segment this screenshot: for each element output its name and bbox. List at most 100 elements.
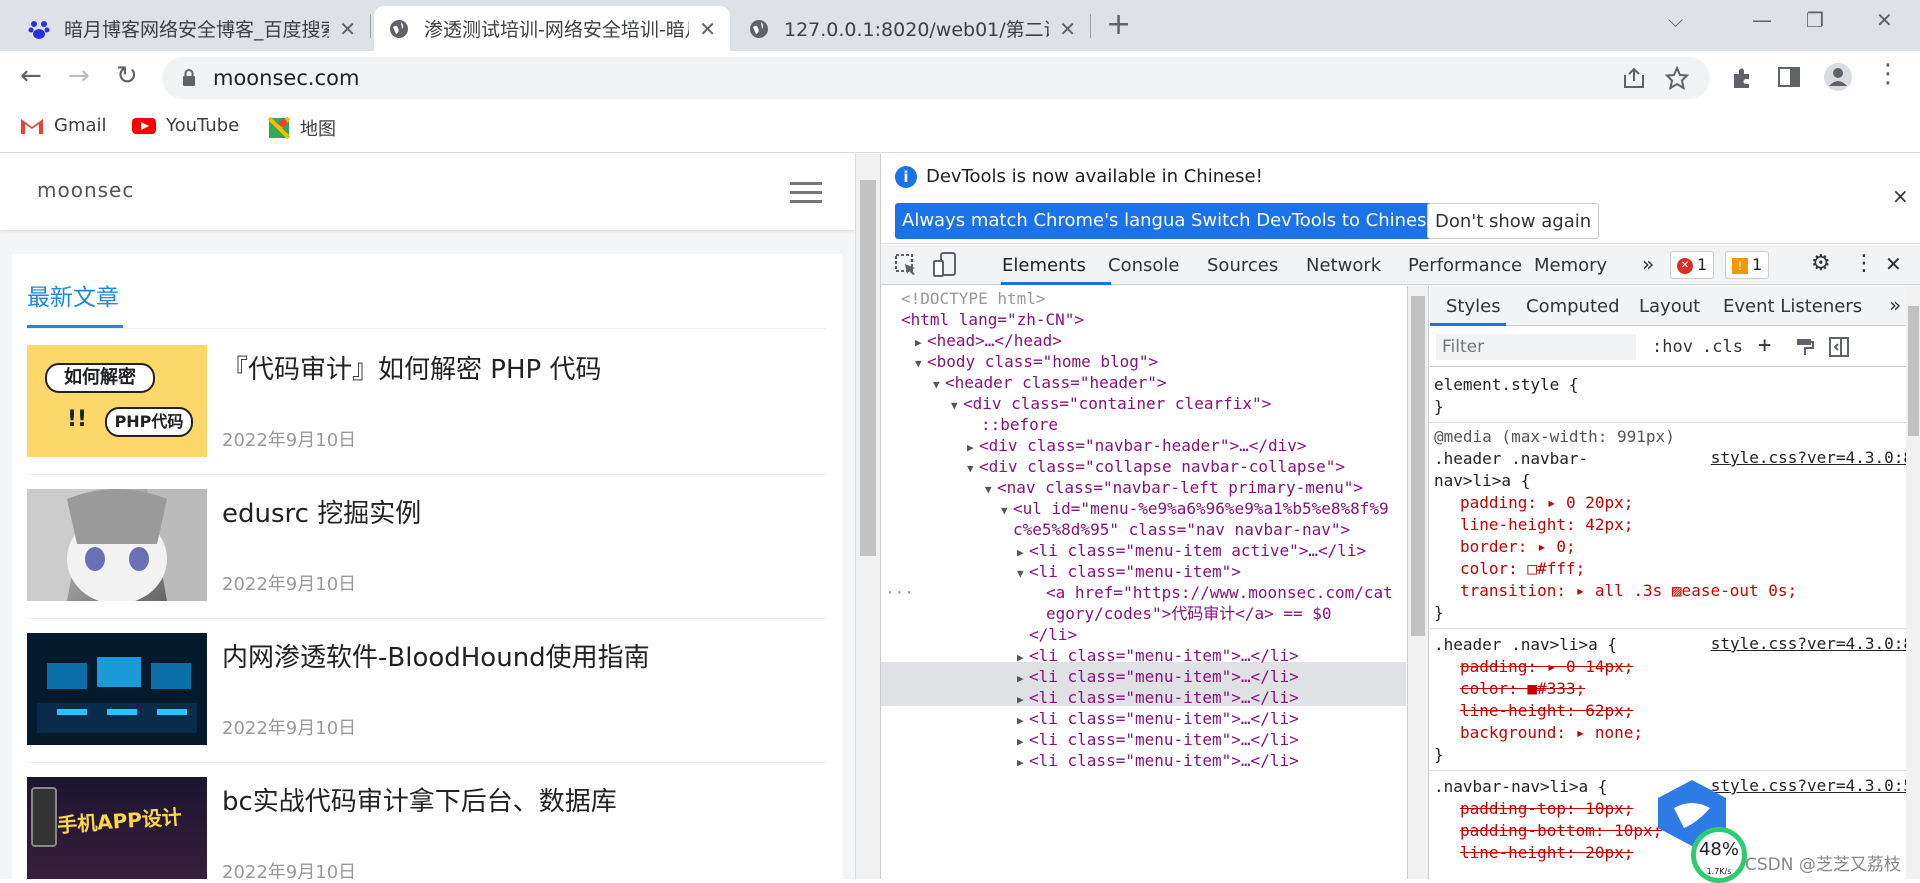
menu-kebab-icon[interactable]: ⋮ [1875,59,1901,89]
tab-elements[interactable]: Elements [1002,255,1086,276]
extensions-icon[interactable] [1730,66,1754,90]
css-declaration-overridden[interactable]: line-height: 62px; [1460,700,1633,722]
post-thumbnail[interactable]: 如何解密 !! PHP代码 [27,345,207,457]
dom-node[interactable]: ▶ <head>…</head> [915,330,1062,351]
dom-node[interactable]: <!DOCTYPE html> [901,288,1046,309]
reload-button[interactable]: ↻ [116,61,138,91]
tab-console[interactable]: Console [1108,255,1179,276]
restore-button[interactable]: ❐ [1806,8,1824,32]
dom-node[interactable]: ▶ <li class="menu-item">…</li> [1017,666,1299,687]
bookmark-youtube[interactable]: YouTube [132,115,239,136]
dom-node[interactable]: <html lang="zh-CN"> [901,309,1084,330]
tab-localhost[interactable]: 127.0.0.1:8020/web01/第二课.h ✕ [734,6,1090,51]
warning-count-badge[interactable]: ! 1 [1725,251,1770,279]
dom-node[interactable]: ▼ <nav class="navbar-left primary-menu"> [985,477,1363,498]
close-icon[interactable]: ✕ [699,17,716,41]
css-declaration-overridden[interactable]: color: ■#333; [1460,678,1585,700]
close-icon[interactable]: ✕ [1059,17,1076,41]
dom-node[interactable]: ▶ <li class="menu-item">…</li> [1017,645,1299,666]
elements-tree[interactable]: <!DOCTYPE html> <html lang="zh-CN"> ▶ <he… [881,286,1406,879]
css-selector[interactable]: .navbar-nav>li>a { [1434,776,1607,798]
forward-button[interactable]: → [68,61,90,91]
dom-node-selected[interactable]: egory/codes">代码审计</a> == $0 [1046,603,1332,624]
css-selector[interactable]: element.style { [1434,374,1579,396]
list-item[interactable]: edusrc 挖掘实例 2022年9月10日 [27,475,827,619]
tab-event-listeners[interactable]: Event Listeners [1723,296,1862,317]
tab-baidu[interactable]: 暗月博客网络安全博客_百度搜索 ✕ [14,6,370,51]
site-logo[interactable]: moonsec [37,178,134,202]
match-language-button[interactable]: Always match Chrome's language [895,203,1215,239]
tab-search-icon[interactable]: ⌵ [1668,8,1683,32]
bookmark-star-icon[interactable] [1665,66,1689,90]
dom-node[interactable]: ▶ <li class="menu-item">…</li> [1017,750,1299,771]
side-panel-icon[interactable] [1778,66,1800,88]
devtools-menu-icon[interactable]: ⋮ [1853,251,1875,276]
css-source-link[interactable]: style.css?ver=4.3.0:8 [1711,448,1913,467]
css-source-link[interactable]: style.css?ver=4.3.0:8 [1711,634,1913,653]
dom-node[interactable]: ▼ <li class="menu-item"> [1017,561,1241,582]
close-icon[interactable]: × [1892,184,1909,208]
inspect-element-icon[interactable] [895,254,917,276]
css-declaration-overridden[interactable]: padding-top: 10px; [1460,798,1633,820]
css-declaration[interactable]: transition: ▸ all .3s ▨ease-out 0s; [1460,580,1797,602]
page-scrollbar[interactable] [855,154,880,879]
tab-performance[interactable]: Performance [1408,255,1522,276]
dom-node[interactable]: ▼ <body class="home blog"> [915,351,1158,372]
list-item[interactable]: 如何解密 !! PHP代码 『代码审计』如何解密 PHP 代码 2022年9月1… [27,331,827,475]
css-declaration[interactable]: padding: ▸ 0 20px; [1460,492,1633,514]
switch-chinese-button[interactable]: Switch DevTools to Chinese [1184,203,1445,239]
toggle-sidebar-icon[interactable] [1829,337,1849,357]
post-title[interactable]: edusrc 挖掘实例 [222,493,421,530]
dom-ellipsis[interactable]: ··· [885,582,914,603]
device-toolbar-icon[interactable] [933,252,957,278]
minimize-button[interactable]: — [1752,8,1772,32]
styles-filter-input[interactable]: Filter [1436,334,1636,360]
post-title[interactable]: 内网渗透软件-BloodHound使用指南 [222,637,650,674]
dom-node[interactable]: ▼ <ul id="menu-%e9%a6%96%e9%a1%b5%e8%8f%9 [1001,498,1389,519]
css-declaration[interactable]: line-height: 42px; [1460,514,1633,536]
list-item[interactable]: 手机APP设计 bc实战代码审计拿下后台、数据库 2022年9月10日 [27,763,827,879]
dom-node[interactable]: ▶ <li class="menu-item">…</li> [1017,729,1299,750]
dom-node[interactable]: ::before [981,414,1058,435]
settings-gear-icon[interactable]: ⚙ [1811,251,1831,276]
more-tabs-icon[interactable]: » [1642,252,1654,276]
dom-node[interactable]: ▶ <div class="navbar-header">…</div> [967,435,1307,456]
tab-moonsec[interactable]: 渗透测试培训-网络安全培训-暗月 ✕ [374,6,730,51]
post-title[interactable]: bc实战代码审计拿下后台、数据库 [222,781,617,818]
bookmark-gmail[interactable]: Gmail [20,115,107,136]
css-declaration-overridden[interactable]: padding: ▸ 0 14px; [1460,656,1633,678]
css-selector[interactable]: .header .nav>li>a { [1434,634,1617,656]
new-tab-button[interactable]: + [1106,10,1131,40]
css-source-link[interactable]: style.css?ver=4.3.0:5 [1711,776,1913,795]
hamburger-menu-icon[interactable] [790,182,822,203]
dom-node[interactable]: ▶ <li class="menu-item">…</li> [1017,708,1299,729]
css-declaration[interactable]: color: □#fff; [1460,558,1585,580]
css-selector[interactable]: nav>li>a { [1434,470,1530,492]
profile-avatar-icon[interactable] [1823,62,1853,92]
dom-node[interactable]: </li> [1029,624,1077,645]
more-tabs-icon[interactable]: » [1889,293,1901,317]
bookmark-maps[interactable]: 地图 [268,115,336,141]
css-declaration-overridden[interactable]: padding-bottom: 10px; [1460,820,1662,842]
dom-node[interactable]: ▼ <div class="collapse navbar-collapse"> [967,456,1345,477]
network-speed-widget[interactable]: 48% 1.7K/s [1691,827,1747,883]
tab-memory[interactable]: Memory [1534,255,1607,276]
tab-layout[interactable]: Layout [1639,296,1700,317]
post-thumbnail[interactable]: 手机APP设计 [27,777,207,879]
post-thumbnail[interactable] [27,489,207,601]
tab-styles[interactable]: Styles [1446,296,1501,317]
tab-sources[interactable]: Sources [1207,255,1278,276]
dont-show-again-button[interactable]: Don't show again [1427,203,1600,239]
back-button[interactable]: ← [20,61,42,91]
post-thumbnail[interactable] [27,633,207,745]
close-icon[interactable]: ✕ [339,17,356,41]
css-selector[interactable]: .header .navbar- [1434,448,1588,470]
post-title[interactable]: 『代码审计』如何解密 PHP 代码 [222,349,601,386]
error-count-badge[interactable]: ✕ 1 [1670,251,1715,279]
css-declaration-overridden[interactable]: line-height: 20px; [1460,842,1633,864]
devtools-close-icon[interactable]: ✕ [1885,252,1902,276]
dom-node[interactable]: ▼ <div class="container clearfix"> [951,393,1271,414]
share-icon[interactable] [1622,67,1646,89]
styles-scrollbar[interactable] [1906,286,1920,879]
elements-scrollbar[interactable] [1407,286,1429,879]
